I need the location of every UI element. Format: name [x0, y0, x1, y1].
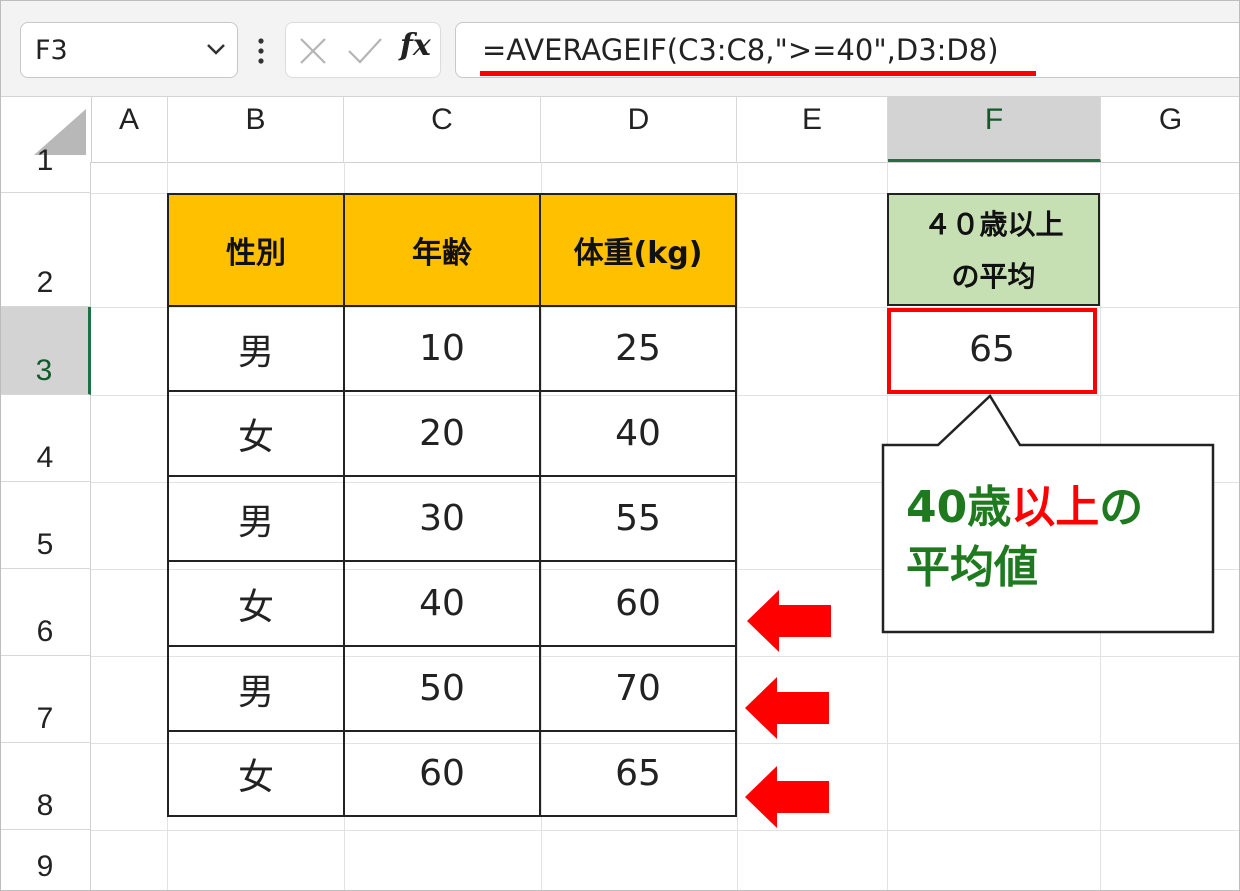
- table-row: 女 20 40: [167, 390, 737, 477]
- result-header-cell[interactable]: ４０歳以上 の平均: [887, 193, 1100, 306]
- header-gender[interactable]: 性別: [167, 193, 345, 307]
- cell-weight[interactable]: 55: [539, 475, 737, 562]
- column-header-d[interactable]: D: [541, 97, 737, 162]
- column-header-e[interactable]: E: [737, 97, 888, 162]
- result-header-line1: ４０歳以上: [923, 208, 1064, 241]
- column-header-b[interactable]: B: [168, 97, 344, 162]
- name-box[interactable]: F3: [20, 22, 238, 78]
- cell-age[interactable]: 10: [343, 305, 541, 392]
- formula-text: =AVERAGEIF(C3:C8,">=40",D3:D8): [482, 33, 999, 67]
- data-table: 性別 年齢 体重(kg) 男 10 25 女 20 40 男 30 55 女 4…: [167, 193, 737, 817]
- cell-gender[interactable]: 男: [167, 645, 345, 732]
- cell-age[interactable]: 30: [343, 475, 541, 562]
- cell-gender[interactable]: 男: [167, 475, 345, 562]
- cell-age[interactable]: 20: [343, 390, 541, 477]
- cell-weight[interactable]: 65: [539, 730, 737, 817]
- callout-text: 40歳以上の 平均値: [906, 478, 1143, 598]
- row-header-5[interactable]: 5: [0, 482, 91, 569]
- cell-age[interactable]: 50: [343, 645, 541, 732]
- cell-gender[interactable]: 女: [167, 560, 345, 647]
- cell-gender[interactable]: 男: [167, 305, 345, 392]
- row-header-6[interactable]: 6: [0, 569, 91, 656]
- cell-weight[interactable]: 25: [539, 305, 737, 392]
- cell-gender[interactable]: 女: [167, 390, 345, 477]
- header-age[interactable]: 年齢: [343, 193, 541, 307]
- cell-age[interactable]: 60: [343, 730, 541, 817]
- cell-weight[interactable]: 60: [539, 560, 737, 647]
- formula-underline: [480, 71, 1036, 76]
- column-header-f[interactable]: F: [888, 97, 1101, 162]
- column-header-g[interactable]: G: [1101, 97, 1240, 162]
- cell-gender[interactable]: 女: [167, 730, 345, 817]
- grid-line: [737, 162, 738, 891]
- cell-weight[interactable]: 40: [539, 390, 737, 477]
- row-header-1[interactable]: 1: [0, 144, 91, 193]
- cell-age[interactable]: 40: [343, 560, 541, 647]
- callout-part1: 40歳: [906, 482, 1012, 533]
- result-header-line2: の平均: [951, 260, 1036, 293]
- callout-line2: 平均値: [906, 542, 1038, 593]
- formula-input[interactable]: =AVERAGEIF(C3:C8,">=40",D3:D8): [455, 22, 1240, 78]
- row-header-8[interactable]: 8: [0, 743, 91, 830]
- header-weight[interactable]: 体重(kg): [539, 193, 737, 307]
- insert-function-icon[interactable]: fx: [400, 28, 431, 63]
- column-header-c[interactable]: C: [344, 97, 541, 162]
- row-header-3[interactable]: 3: [0, 307, 91, 395]
- cell-weight[interactable]: 70: [539, 645, 737, 732]
- table-row: 男 10 25: [167, 305, 737, 392]
- table-row: 女 60 65: [167, 730, 737, 817]
- column-header-bar: A B C D E F G: [0, 97, 1240, 163]
- red-arrow-left-icon: [745, 677, 829, 739]
- enter-icon[interactable]: [346, 36, 384, 66]
- formula-bar: F3 fx =AVERAGEIF(C3:C8,">=40",D3:D8): [0, 0, 1240, 97]
- table-row: 男 50 70: [167, 645, 737, 732]
- column-header-a[interactable]: A: [91, 97, 168, 162]
- callout-part3: の: [1099, 482, 1144, 533]
- formula-actions: fx: [285, 22, 441, 78]
- cancel-icon[interactable]: [298, 36, 328, 66]
- red-arrow-left-icon: [745, 766, 829, 828]
- row-header-9[interactable]: 9: [0, 830, 91, 891]
- result-cell[interactable]: 65: [887, 308, 1097, 394]
- row-header-7[interactable]: 7: [0, 656, 91, 743]
- name-box-value: F3: [35, 35, 68, 66]
- more-options-icon[interactable]: [256, 34, 266, 68]
- table-row: 女 40 60: [167, 560, 737, 647]
- chevron-down-icon[interactable]: [203, 39, 229, 59]
- row-header-4[interactable]: 4: [0, 395, 91, 482]
- callout-part2: 以上: [1011, 482, 1100, 533]
- table-header-row: 性別 年齢 体重(kg): [167, 193, 737, 307]
- grid-line: [91, 830, 1240, 831]
- table-row: 男 30 55: [167, 475, 737, 562]
- row-header-2[interactable]: 2: [0, 193, 91, 307]
- red-arrow-left-icon: [747, 590, 831, 652]
